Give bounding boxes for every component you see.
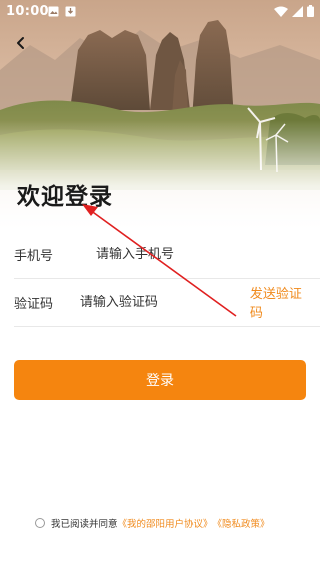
status-right-icons xyxy=(274,5,314,17)
agreement-radio[interactable] xyxy=(35,518,45,528)
agreement-prefix: 我已阅读并同意 xyxy=(51,519,118,530)
login-button[interactable]: 登录 xyxy=(14,360,306,400)
hero-fade-overlay xyxy=(0,120,320,230)
agreement-row: 我已阅读并同意 《我的邵阳用户协议》 《隐私政策》 xyxy=(35,516,270,530)
wifi-icon xyxy=(274,6,288,17)
status-bar: 10:00 xyxy=(0,0,320,24)
image-notification-icon xyxy=(48,6,59,17)
status-left-icons xyxy=(48,6,76,17)
user-agreement-link[interactable]: 《我的邵阳用户协议》 xyxy=(118,516,213,530)
back-arrow-icon xyxy=(17,37,24,49)
status-time: 10:00 xyxy=(6,4,49,19)
send-code-button[interactable]: 发送验证码 xyxy=(250,283,302,321)
code-row: 验证码 发送验证码 xyxy=(14,278,320,327)
phone-label: 手机号 xyxy=(14,248,54,264)
battery-icon xyxy=(307,5,314,17)
phone-input[interactable] xyxy=(96,246,320,262)
phone-row: 手机号 xyxy=(14,230,320,279)
login-screen: 10:00 欢迎登录 手机号 请输入手机号 验证码 请输入验证码 发送验证码 登… xyxy=(0,0,320,568)
signal-icon xyxy=(292,5,303,17)
code-label: 验证码 xyxy=(14,296,54,312)
privacy-policy-link[interactable]: 《隐私政策》 xyxy=(213,516,270,530)
back-button[interactable] xyxy=(10,32,32,54)
page-title: 欢迎登录 xyxy=(17,184,113,210)
code-input[interactable] xyxy=(79,294,250,310)
download-notification-icon xyxy=(65,6,76,17)
